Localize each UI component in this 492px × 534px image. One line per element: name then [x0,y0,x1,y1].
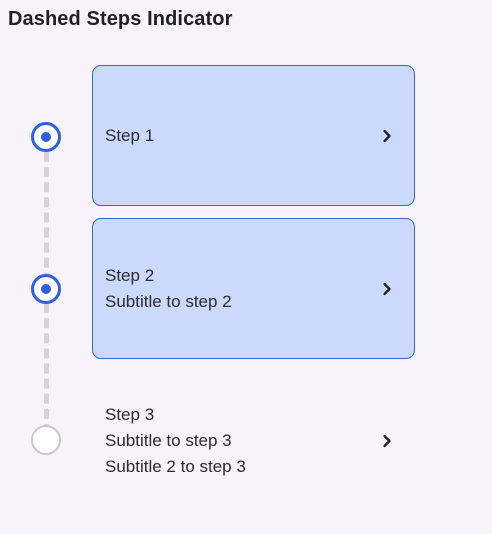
step-title: Step 1 [105,125,155,145]
step-subtitle: Subtitle to step 2 [105,291,232,311]
step-indicator-1 [31,122,61,152]
step-card-1[interactable]: Step 1 [92,65,415,206]
step-subtitle-2: Subtitle 2 to step 3 [105,456,246,476]
page-title: Dashed Steps Indicator [8,8,233,30]
chevron-right-icon [383,434,391,447]
step-card-2[interactable]: Step 2 Subtitle to step 2 [92,218,415,359]
step-subtitle: Subtitle to step 3 [105,430,232,450]
step-title: Step 2 [105,265,155,285]
chevron-right-icon [383,282,391,295]
chevron-right-icon [383,129,391,142]
step-indicator-3 [31,425,61,455]
step-title: Step 3 [105,404,155,424]
step-indicator-2 [31,274,61,304]
step-card-3[interactable]: Step 3 Subtitle to step 3 Subtitle 2 to … [92,370,415,511]
